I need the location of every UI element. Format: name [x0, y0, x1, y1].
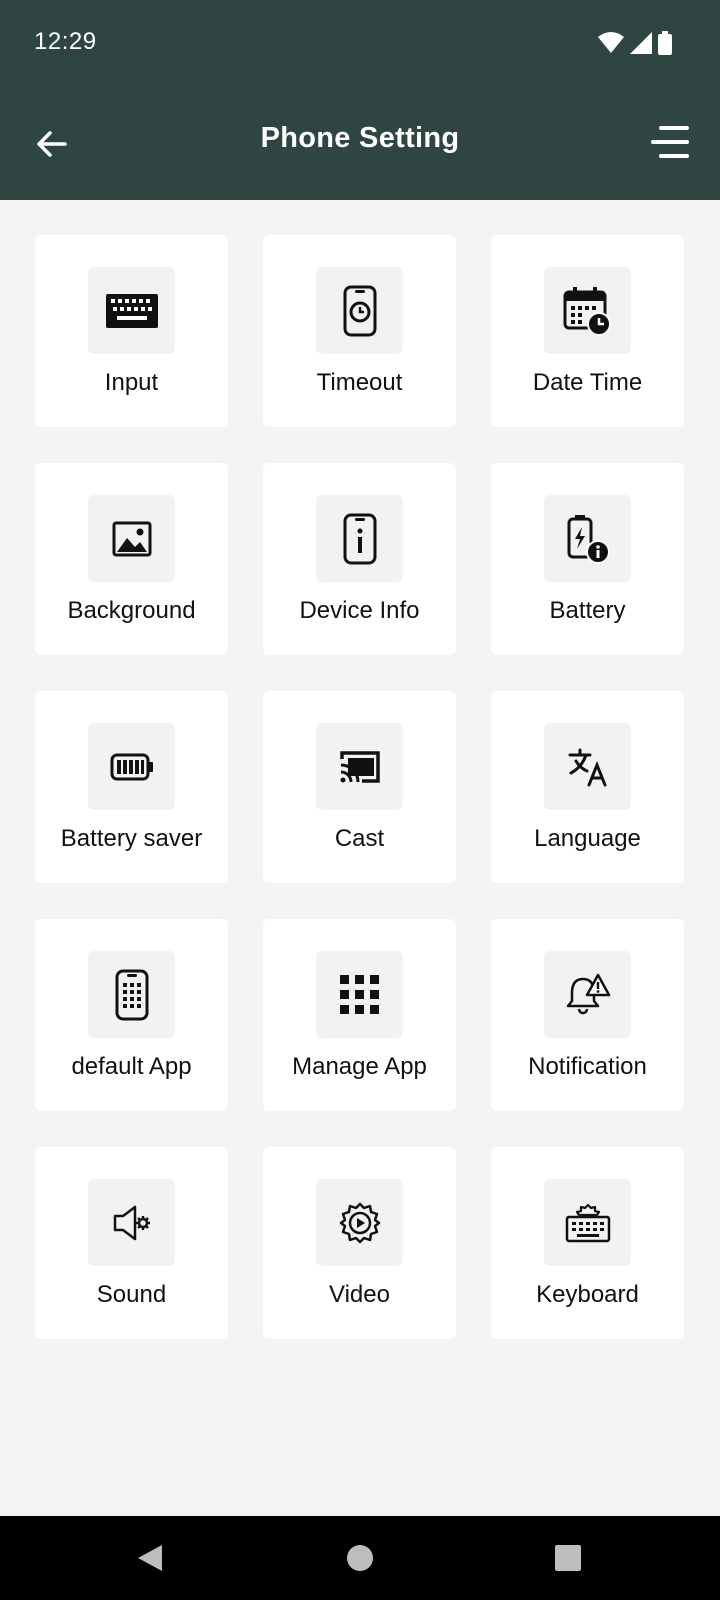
phone-info-icon [343, 513, 376, 564]
tile-battery-saver[interactable]: Battery saver [35, 691, 228, 883]
tile-label: Sound [96, 1281, 167, 1308]
tile-sound[interactable]: Sound [35, 1147, 228, 1339]
translate-icon [568, 748, 606, 786]
wifi-icon [598, 32, 624, 53]
menu-icon [651, 126, 689, 158]
tile-keyboard[interactable]: Keyboard [491, 1147, 684, 1339]
phone-grid-icon [115, 969, 148, 1020]
battery-full-icon [110, 753, 153, 780]
tile-default-app[interactable]: default App [35, 919, 228, 1111]
tile-label: Device Info [299, 597, 420, 624]
tile-label: Manage App [292, 1053, 427, 1080]
tile-notification[interactable]: Notification [491, 919, 684, 1111]
tile-label: Cast [334, 825, 385, 852]
nav-recents-button[interactable] [546, 1536, 590, 1580]
tile-label: Date Time [532, 369, 643, 396]
tile-label: Video [329, 1281, 390, 1308]
tile-label: Battery saver [60, 825, 203, 852]
battery-icon [658, 31, 672, 55]
tile-label: Background [67, 597, 196, 624]
battery-info-icon [567, 514, 610, 564]
cast-icon [339, 750, 380, 783]
tile-device-info[interactable]: Device Info [263, 463, 456, 655]
settings-grid: Input Timeout Date Time Background Devic… [35, 235, 684, 1339]
bell-alert-icon [566, 973, 610, 1014]
menu-button[interactable] [646, 118, 694, 166]
app-bar: Phone Setting [0, 88, 720, 200]
tile-label: Input [104, 369, 159, 396]
keyboard-icon [105, 293, 158, 328]
tile-language[interactable]: Language [491, 691, 684, 883]
status-bar: 12:29 [0, 0, 720, 88]
tile-label: default App [71, 1053, 192, 1080]
tile-label: Timeout [316, 369, 403, 396]
nav-back-button[interactable] [128, 1536, 172, 1580]
speaker-settings-icon [113, 1205, 150, 1240]
video-settings-icon [339, 1202, 380, 1243]
tile-input[interactable]: Input [35, 235, 228, 427]
tile-video[interactable]: Video [263, 1147, 456, 1339]
circle-home-icon [347, 1545, 373, 1571]
tile-label: Notification [528, 1053, 647, 1080]
status-time: 12:29 [34, 28, 97, 55]
nav-home-button[interactable] [338, 1536, 382, 1580]
keyboard-settings-icon [565, 1203, 610, 1242]
tile-cast[interactable]: Cast [263, 691, 456, 883]
tile-label: Keyboard [536, 1281, 639, 1308]
navigation-bar [0, 1516, 720, 1600]
image-icon [112, 521, 151, 556]
apps-grid-icon [339, 974, 379, 1014]
tile-label: Battery [549, 597, 626, 624]
triangle-back-icon [138, 1545, 162, 1571]
tile-background[interactable]: Background [35, 463, 228, 655]
page-title: Phone Setting [260, 122, 460, 154]
tile-label: Language [534, 825, 641, 852]
phone-clock-icon [343, 285, 376, 336]
status-icons [598, 30, 672, 56]
square-recents-icon [555, 1545, 581, 1571]
tile-date-time[interactable]: Date Time [491, 235, 684, 427]
tile-timeout[interactable]: Timeout [263, 235, 456, 427]
signal-icon [630, 32, 652, 54]
calendar-clock-icon [563, 286, 611, 336]
tile-battery[interactable]: Battery [491, 463, 684, 655]
tile-manage-app[interactable]: Manage App [263, 919, 456, 1111]
